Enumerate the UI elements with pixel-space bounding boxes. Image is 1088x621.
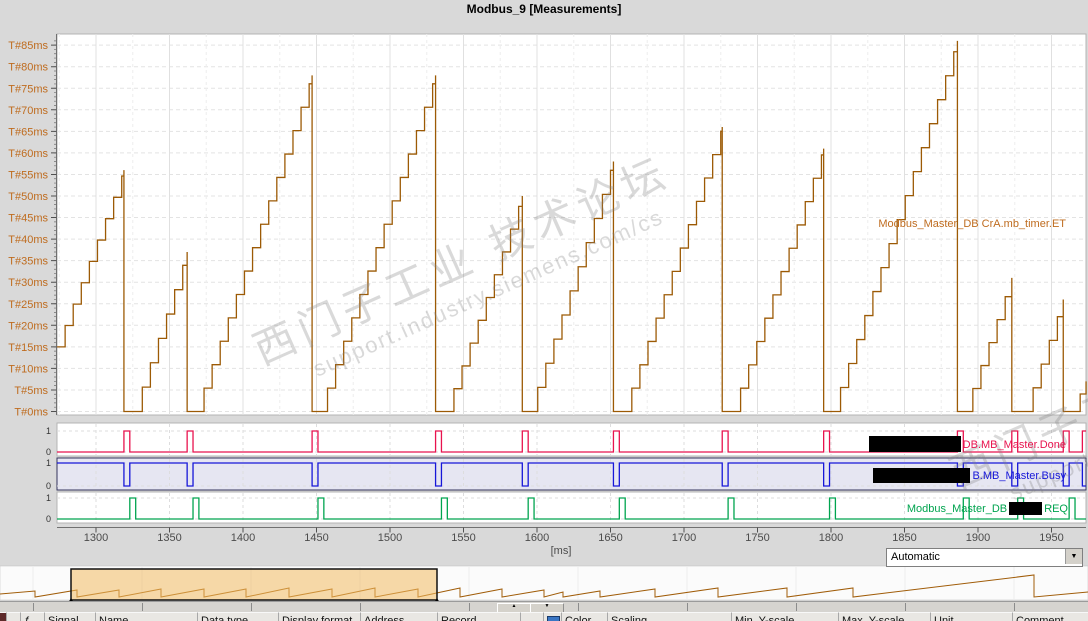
- x-axis-unit-label: [ms]: [550, 545, 572, 557]
- logic-low-label: 0: [46, 514, 51, 524]
- y-tick-label: T#20ms: [8, 320, 48, 332]
- ruler-tick: [251, 603, 252, 611]
- y-tick-label: T#45ms: [8, 213, 48, 225]
- y-tick-label: T#30ms: [8, 277, 48, 289]
- ruler-tick: [905, 603, 906, 611]
- y-tick-label: T#0ms: [14, 407, 48, 419]
- x-tick-label: 1650: [598, 532, 622, 544]
- y-tick-label: T#15ms: [8, 342, 48, 354]
- y-tick-label: T#60ms: [8, 148, 48, 160]
- x-tick-label: 1450: [304, 532, 328, 544]
- ruler-tick: [33, 603, 34, 611]
- table-header-ƒ[interactable]: ƒ: [21, 612, 45, 621]
- redaction-box: [1009, 502, 1043, 515]
- signal-label-done: DB.MB_Master.Done: [868, 436, 1066, 452]
- x-tick-label: 1950: [1039, 532, 1063, 544]
- y-tick-label: T#85ms: [8, 40, 48, 52]
- dropdown-arrow-icon[interactable]: ▼: [1065, 549, 1082, 564]
- y-tick-label: T#40ms: [8, 234, 48, 246]
- y-tick-label: T#75ms: [8, 83, 48, 95]
- trace-window: Modbus_9 [Measurements] 1 0 1 0 1 0 T#0ms T#5ms…: [0, 0, 1088, 621]
- table-header-Data type[interactable]: Data type: [198, 612, 279, 621]
- table-header-Name[interactable]: Name: [96, 612, 198, 621]
- logic-high-label: 1: [46, 493, 51, 503]
- y-tick-label: T#70ms: [8, 105, 48, 117]
- x-tick-label: 1350: [157, 532, 181, 544]
- signal-table-header: ƒ Signal Name Data type Display format Addres…: [0, 612, 1088, 621]
- table-header-Comment[interactable]: Comment: [1013, 612, 1088, 621]
- y-tick-label: T#25ms: [8, 299, 48, 311]
- table-header-blank[interactable]: [0, 612, 7, 621]
- ruler-tick: [687, 603, 688, 611]
- logic-high-label: 1: [46, 426, 51, 436]
- table-header-Max. Y-scale[interactable]: Max. Y-scale: [839, 612, 931, 621]
- x-tick-label: 1850: [892, 532, 916, 544]
- table-header-Display format[interactable]: Display format: [279, 612, 361, 621]
- signal-label-req: Modbus_Master_DB REQ: [906, 502, 1068, 515]
- x-tick-label: 1600: [525, 532, 549, 544]
- ruler-tick: [142, 603, 143, 611]
- scale-mode-value: Automatic: [891, 551, 940, 563]
- y-tick-label: T#80ms: [8, 62, 48, 74]
- redaction-box: [868, 436, 961, 452]
- table-header-Address[interactable]: Address: [361, 612, 438, 621]
- x-tick-label: 1750: [745, 532, 769, 544]
- x-tick-label: 1700: [672, 532, 696, 544]
- chart-toggle-icon[interactable]: [547, 616, 560, 621]
- ruler-tick: [1014, 603, 1015, 611]
- x-tick-label: 1550: [451, 532, 475, 544]
- x-tick-label: 1300: [84, 532, 108, 544]
- x-tick-label: 1900: [966, 532, 990, 544]
- scale-mode-select[interactable]: Automatic ▼: [886, 548, 1083, 567]
- logic-low-label: 0: [46, 447, 51, 457]
- x-tick-label: 1400: [231, 532, 255, 544]
- table-header-blank[interactable]: [521, 612, 544, 621]
- y-tick-label: T#65ms: [8, 126, 48, 138]
- logic-high-label: 1: [46, 458, 51, 468]
- ruler-tick: [578, 603, 579, 611]
- logic-low-label: 0: [46, 481, 51, 491]
- y-tick-label: T#55ms: [8, 169, 48, 181]
- x-tick-label: 1500: [378, 532, 402, 544]
- trace-plot-area: 101010T#0msT#5msT#10msT#15msT#20msT#25ms…: [0, 33, 1088, 608]
- x-tick-label: 1800: [819, 532, 843, 544]
- y-tick-label: T#10ms: [8, 363, 48, 375]
- analog-signal-label: Modbus_Master_DB CrA.mb_timer.ET: [878, 218, 1066, 230]
- ruler-tick: [469, 603, 470, 611]
- table-header-Min. Y-scale[interactable]: Min. Y-scale: [732, 612, 839, 621]
- y-tick-label: T#35ms: [8, 256, 48, 268]
- ruler-tick: [796, 603, 797, 611]
- table-header-Scaling[interactable]: Scaling: [608, 612, 732, 621]
- table-header-Record[interactable]: Record: [438, 612, 521, 621]
- overview-selection[interactable]: [70, 568, 438, 601]
- signal-visibility-icon-column[interactable]: [544, 612, 562, 621]
- signal-label-busy: B.MB_Master.Busy: [873, 468, 1066, 483]
- table-header-blank[interactable]: [7, 612, 21, 621]
- table-header-Color[interactable]: Color: [562, 612, 608, 621]
- y-tick-label: T#50ms: [8, 191, 48, 203]
- table-header-Unit[interactable]: Unit: [931, 612, 1013, 621]
- redaction-box: [873, 468, 971, 483]
- y-major-ticks: [51, 44, 57, 412]
- y-tick-label: T#5ms: [14, 385, 48, 397]
- ruler-tick: [360, 603, 361, 611]
- table-header-Signal[interactable]: Signal: [45, 612, 96, 621]
